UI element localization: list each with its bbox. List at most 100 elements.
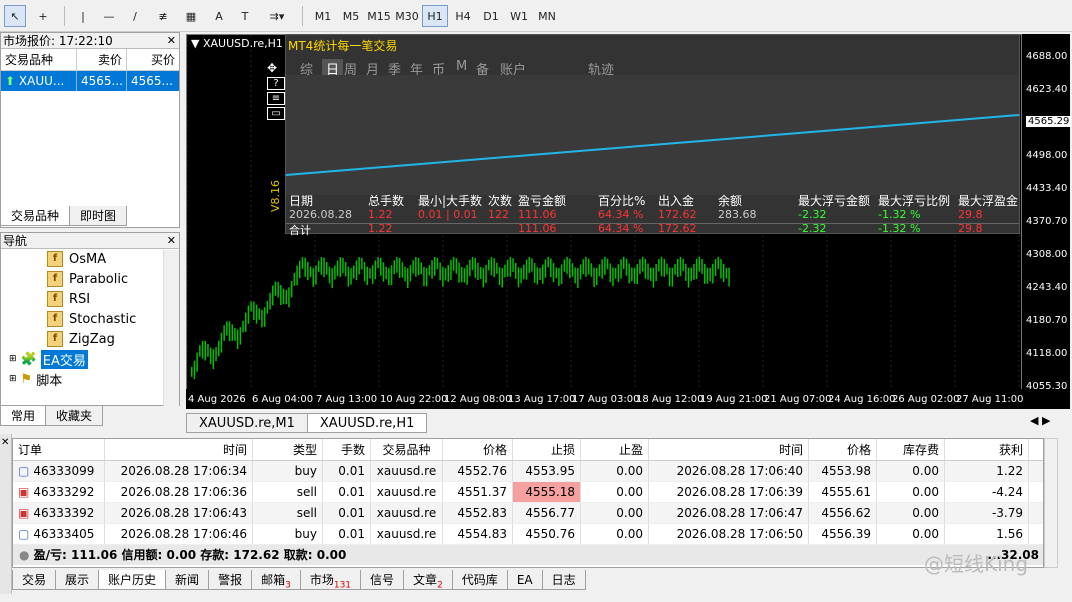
col-header-7[interactable]: 止盈	[581, 439, 649, 460]
timeframe-m15[interactable]: M15	[366, 5, 392, 27]
timeframe-h1[interactable]: H1	[422, 5, 448, 27]
col-header-8[interactable]: 时间	[649, 439, 809, 460]
candle	[536, 267, 539, 285]
nav-item-zigzag[interactable]: f ZigZag	[1, 329, 179, 349]
terminal-tab-8[interactable]: 文章2	[403, 570, 453, 590]
candle	[412, 260, 414, 274]
nav-item-parabolic[interactable]: f Parabolic	[1, 269, 179, 289]
candle	[493, 258, 495, 278]
col-header-6[interactable]: 止损	[513, 439, 581, 460]
table-header: 订单 时间 类型 手数 交易品种 价格 止损 止盈 时间 价格 库存费 获利	[13, 439, 1043, 461]
nav-item-stochastic[interactable]: f Stochastic	[1, 309, 179, 329]
crosshair-tool-icon[interactable]: +	[32, 5, 54, 27]
move-icon[interactable]: ✥	[267, 61, 285, 75]
terminal-tab-0[interactable]: 交易	[12, 570, 57, 590]
nav-item-osma[interactable]: f OsMA	[1, 249, 179, 269]
col-header-1[interactable]: 时间	[105, 439, 253, 460]
timeframe-h4[interactable]: H4	[450, 5, 476, 27]
terminal-tab-1[interactable]: 展示	[55, 570, 100, 590]
terminal-tab-7[interactable]: 信号	[360, 570, 405, 590]
close-icon[interactable]: ✕	[1, 437, 9, 448]
close-icon[interactable]: ✕	[167, 233, 176, 249]
cursor-tool-icon[interactable]: ↖	[4, 5, 26, 27]
chart-tab-m1[interactable]: XAUUSD.re,M1	[186, 413, 308, 433]
close-icon[interactable]: ✕	[167, 33, 176, 49]
terminal-tab-9[interactable]: 代码库	[451, 570, 508, 590]
col-header-3[interactable]: 手数	[323, 439, 371, 460]
col-header-9[interactable]: 价格	[809, 439, 877, 460]
terminal-tab-2[interactable]: 账户历史	[98, 570, 167, 590]
tab-common[interactable]: 常用	[0, 406, 47, 426]
col-header-10[interactable]: 库存费	[877, 439, 945, 460]
text-tool-icon[interactable]: A	[208, 5, 230, 27]
stats-header-10: 最大浮盈金	[958, 194, 1019, 208]
timeframe-d1[interactable]: D1	[478, 5, 504, 27]
col-header-11[interactable]: 获利	[945, 439, 1029, 460]
nav-ea-folder[interactable]: ⊞ 🧩 EA交易	[1, 349, 179, 369]
market-watch-title-text: 市场报价: 17:22:10	[3, 34, 113, 48]
nav-item-label: RSI	[69, 291, 91, 307]
market-watch-row[interactable]: ⬆ XAUU... 4565... 4565...	[1, 71, 179, 91]
table-row[interactable]: ▢ 46333405 2026.08.28 17:06:46 buy 0.01 xauus…	[13, 524, 1043, 545]
col-header-2[interactable]: 类型	[253, 439, 323, 460]
timeframe-m5[interactable]: M5	[338, 5, 364, 27]
navigator-scrollbar[interactable]	[163, 250, 179, 406]
col-header-0[interactable]: 订单	[13, 439, 105, 460]
chevron-left-icon[interactable]: ◀	[1030, 414, 1038, 427]
terminal-tab-11[interactable]: 日志	[541, 570, 586, 590]
tab-tick-chart[interactable]: 即时图	[69, 206, 128, 226]
chart-tab-h1[interactable]: XAUUSD.re,H1	[306, 413, 428, 433]
col-bid[interactable]: 卖价	[77, 49, 127, 70]
table-row[interactable]: ▢ 46333099 2026.08.28 17:06:34 buy 0.01 xauus…	[13, 461, 1043, 482]
nav-item-rsi[interactable]: f RSI	[1, 289, 179, 309]
terminal-tab-3[interactable]: 新闻	[165, 570, 210, 590]
fibonacci-icon[interactable]: ▦	[180, 5, 202, 27]
table-row[interactable]: ▣ 46333392 2026.08.28 17:06:43 sell 0.01 xauu…	[13, 503, 1043, 524]
minimize-icon[interactable]: ▭	[267, 107, 285, 120]
candle	[226, 321, 228, 336]
terminal-tab-4[interactable]: 警报	[208, 570, 253, 590]
timeframe-mn[interactable]: MN	[534, 5, 560, 27]
settings-icon[interactable]: ≡	[267, 92, 285, 105]
expand-icon[interactable]: ⊞	[9, 374, 17, 384]
chart-tabs: XAUUSD.re,M1 XAUUSD.re,H1	[186, 413, 428, 433]
arrows-icon[interactable]: ⇉▾	[262, 5, 292, 27]
horizontal-line-icon[interactable]: —	[98, 5, 120, 27]
col-symbol[interactable]: 交易品种	[1, 49, 77, 70]
candle	[280, 285, 282, 306]
table-row[interactable]: ▣ 46333292 2026.08.28 17:06:36 sell 0.01 xauu…	[13, 482, 1043, 503]
vertical-line-icon[interactable]: |	[72, 5, 94, 27]
terminal-tab-5[interactable]: 邮箱3	[251, 570, 301, 590]
col-ask[interactable]: 买价	[127, 49, 179, 70]
chart-symbol-label: ▼ XAUUSD.re,H1	[191, 37, 283, 50]
terminal-side-bar[interactable]: ✕	[0, 434, 12, 594]
table-cell: ▢ 46333099	[13, 461, 105, 481]
candle	[515, 262, 517, 279]
col-header-5[interactable]: 价格	[443, 439, 513, 460]
help-icon[interactable]: ?	[267, 77, 285, 90]
trendline-icon[interactable]: /	[124, 5, 146, 27]
terminal-tab-10[interactable]: EA	[506, 570, 543, 590]
timeframe-w1[interactable]: W1	[506, 5, 532, 27]
tab-label: 市场	[309, 573, 334, 587]
channel-icon[interactable]: ≢	[152, 5, 174, 27]
chevron-right-icon[interactable]: ▶	[1042, 414, 1050, 427]
timeframe-m1[interactable]: M1	[310, 5, 336, 27]
nav-scripts-folder[interactable]: ⊞ ⚑ 脚本	[1, 369, 179, 389]
terminal-scrollbar[interactable]	[1044, 438, 1058, 568]
candle	[307, 261, 309, 281]
col-header-4[interactable]: 交易品种	[371, 439, 443, 460]
candle	[315, 265, 317, 285]
overlay-tab-7[interactable]: M	[456, 59, 467, 74]
candle	[191, 366, 193, 377]
timeframe-m30[interactable]: M30	[394, 5, 420, 27]
text-label-icon[interactable]: T	[234, 5, 256, 27]
candle	[658, 259, 660, 272]
candle	[725, 267, 728, 279]
tab-symbols[interactable]: 交易品种	[0, 206, 71, 226]
expand-icon[interactable]: ⊞	[9, 354, 17, 364]
table-cell: 4551.37	[443, 482, 513, 502]
terminal-tab-6[interactable]: 市场131	[299, 570, 362, 590]
tab-favorites[interactable]: 收藏夹	[45, 406, 104, 426]
candle	[269, 292, 271, 310]
